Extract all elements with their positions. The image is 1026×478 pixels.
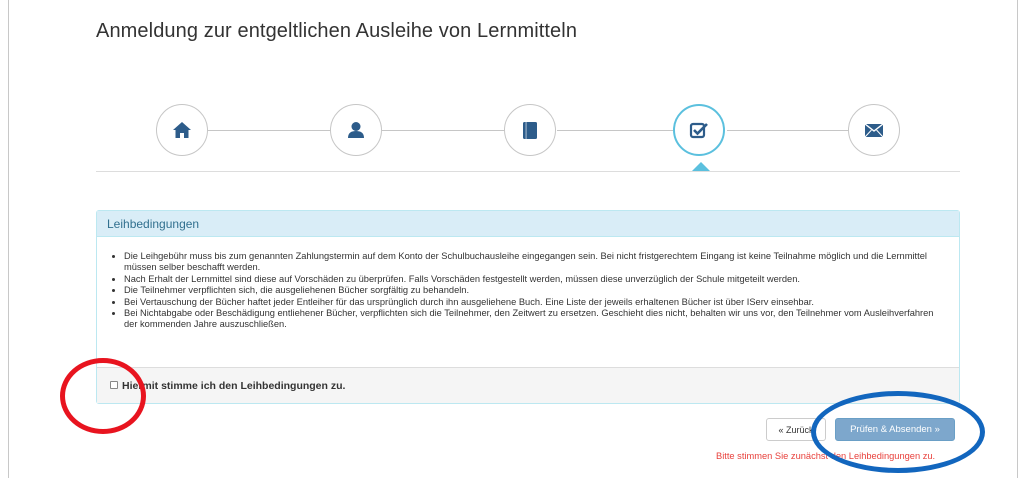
user-icon <box>348 122 364 138</box>
step-send[interactable] <box>848 104 900 156</box>
envelope-icon <box>864 122 884 137</box>
step-book[interactable] <box>504 104 556 156</box>
panel-footer: Hiermit stimme ich den Leihbedingungen z… <box>97 367 959 403</box>
annotation-blue-circle <box>811 391 985 473</box>
step-connector <box>207 130 331 131</box>
terms-panel: Leihbedingungen Die Leihgebühr muss bis … <box>96 210 960 404</box>
step-connector <box>727 130 849 131</box>
step-user[interactable] <box>330 104 382 156</box>
stepper-divider <box>96 171 960 172</box>
panel-heading: Leihbedingungen <box>97 211 959 237</box>
step-connector <box>382 130 506 131</box>
list-item: Nach Erhalt der Lernmittel sind diese au… <box>124 274 949 285</box>
active-step-caret <box>692 162 710 171</box>
home-icon <box>173 122 191 138</box>
terms-list: Die Leihgebühr muss bis zum genannten Za… <box>124 251 949 331</box>
list-item: Bei Vertauschung der Bücher haftet jeder… <box>124 297 949 308</box>
check-square-icon <box>689 122 708 139</box>
annotation-red-circle <box>60 358 146 434</box>
list-item: Die Leihgebühr muss bis zum genannten Za… <box>124 251 949 274</box>
agree-label[interactable]: Hiermit stimme ich den Leihbedingungen z… <box>122 380 345 392</box>
list-item: Bei Nichtabgabe oder Beschädigung entlie… <box>124 308 949 331</box>
list-item: Die Teilnehmer verpflichten sich, die au… <box>124 285 949 296</box>
step-check[interactable] <box>673 104 725 156</box>
wizard-stepper <box>0 0 1026 200</box>
book-icon <box>523 121 537 139</box>
step-connector <box>557 130 675 131</box>
step-home[interactable] <box>156 104 208 156</box>
